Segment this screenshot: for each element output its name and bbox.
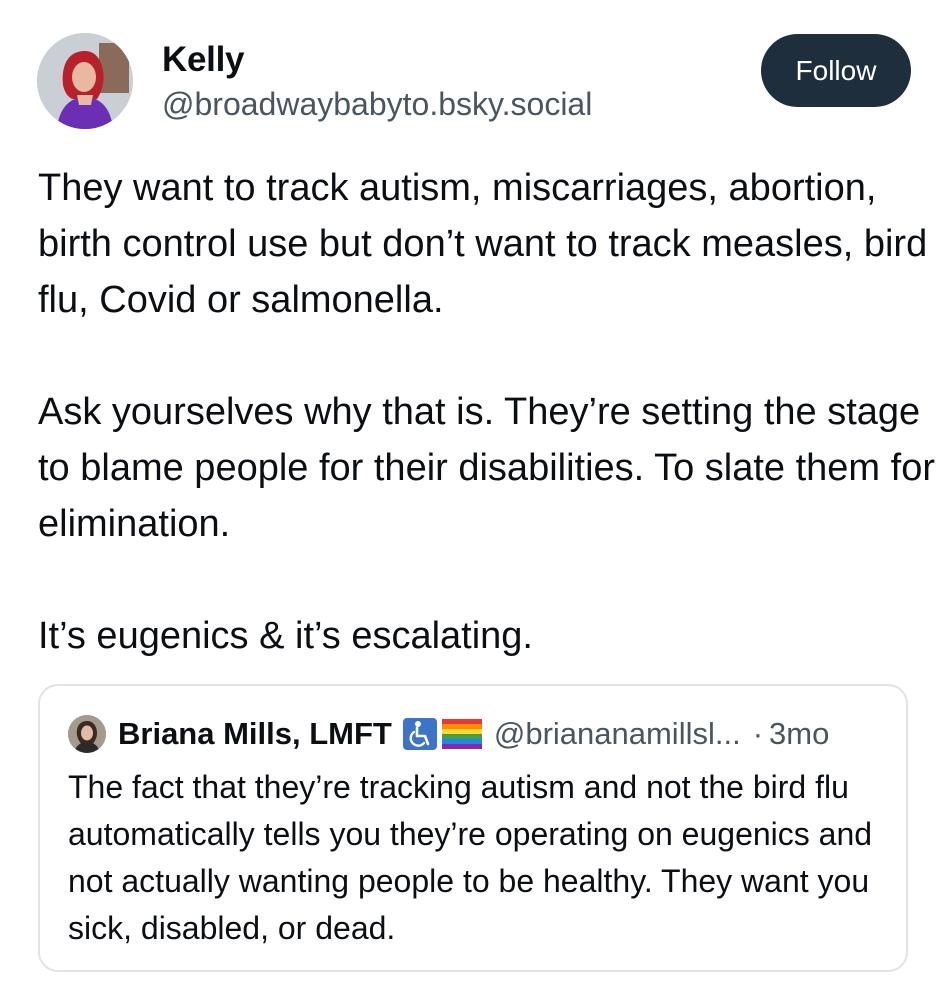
author-handle[interactable]: @broadwaybabyto.bsky.social [162, 86, 592, 123]
quoted-post-timestamp[interactable]: 3mo [769, 716, 829, 752]
separator-dot: · [752, 716, 764, 751]
post-paragraph: Ask yourselves why that is. They’re sett… [38, 391, 935, 545]
rainbow-flag-icon [441, 717, 482, 751]
quoted-author-handle[interactable]: @briananamillsl... [494, 716, 741, 752]
quoted-author-name[interactable]: Briana Mills, LMFT [118, 716, 392, 752]
quoted-post-header: Briana Mills, LMFT @briananamillsl... · … [68, 712, 829, 756]
post-paragraph: It’s eugenics & it’s escalating. [38, 615, 533, 657]
accessibility-icon [402, 717, 438, 751]
quoted-post[interactable]: Briana Mills, LMFT @briananamillsl... · … [38, 684, 908, 972]
quoted-author-avatar[interactable] [68, 715, 106, 753]
profile-photo-avatar [68, 715, 106, 753]
author-avatar[interactable] [37, 33, 133, 129]
profile-photo-avatar [37, 33, 133, 129]
follow-button[interactable]: Follow [761, 34, 911, 107]
author-name[interactable]: Kelly [162, 40, 244, 80]
post-paragraph: They want to track autism, miscarriages,… [38, 167, 928, 321]
quoted-post-text: The fact that they’re tracking autism an… [68, 769, 873, 946]
post-body: They want to track autism, miscarriages,… [38, 160, 938, 664]
